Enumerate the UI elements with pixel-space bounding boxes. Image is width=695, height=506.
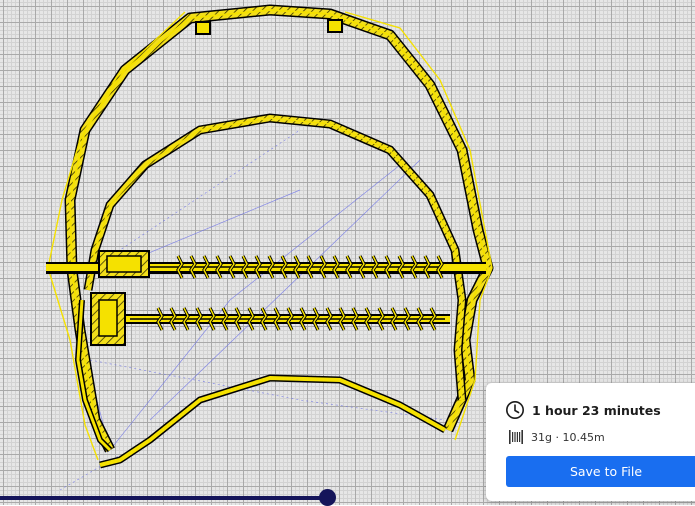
layer-slider[interactable] xyxy=(0,489,336,506)
material-usage: 31g · 10.45m xyxy=(531,430,605,444)
preview-viewport[interactable]: 1 hour 23 minutes 31g · 10.45m Save to F… xyxy=(0,0,695,506)
layer-slider-handle[interactable] xyxy=(318,489,336,506)
save-to-file-label: Save to File xyxy=(569,464,643,479)
save-to-file-button[interactable]: Save to File xyxy=(506,456,695,487)
lower-crossbar xyxy=(90,292,450,346)
upper-crossbar xyxy=(46,250,486,278)
print-time: 1 hour 23 minutes xyxy=(532,402,661,418)
outer-shell xyxy=(47,4,494,469)
print-time-row: 1 hour 23 minutes xyxy=(505,400,661,420)
layer-slider-track xyxy=(0,496,327,500)
inner-arch xyxy=(74,113,467,453)
mount-bosses xyxy=(195,19,343,35)
print-summary-panel: 1 hour 23 minutes 31g · 10.45m Save to F… xyxy=(486,383,695,501)
material-row: 31g · 10.45m xyxy=(508,429,605,445)
spool-icon xyxy=(508,429,524,445)
clock-icon xyxy=(505,400,525,420)
